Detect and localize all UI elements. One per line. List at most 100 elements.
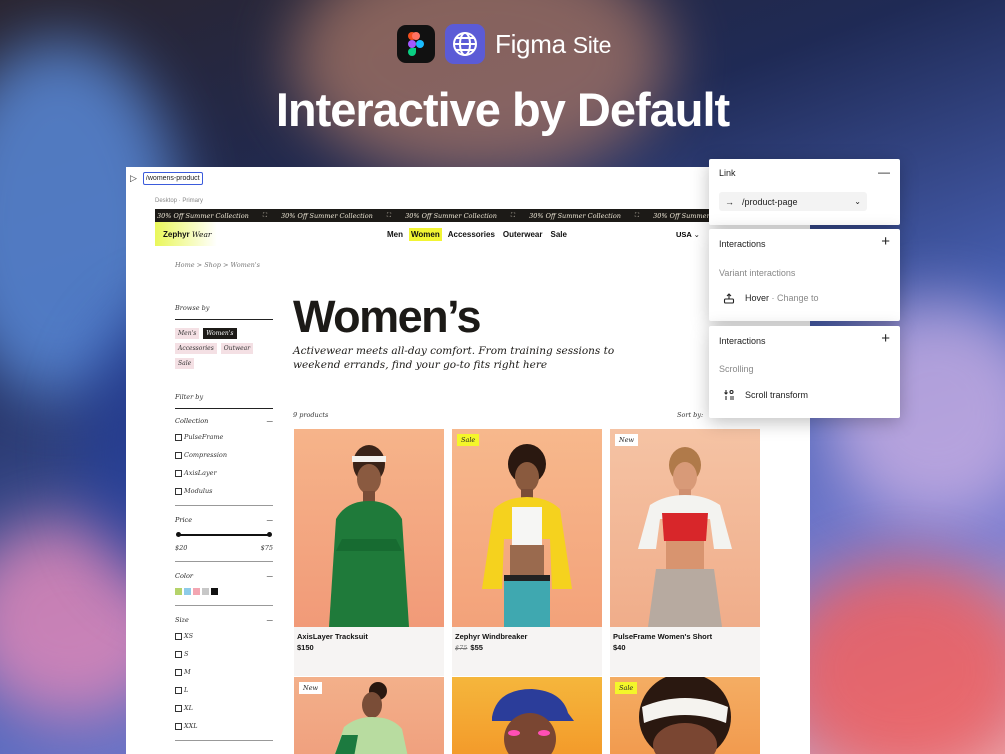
chip-accessories[interactable]: Accessories: [175, 343, 217, 354]
brand-header: Figma Site: [397, 24, 611, 64]
size-option[interactable]: XXL: [175, 722, 273, 730]
product-image: [452, 677, 602, 754]
collapse-icon: —: [266, 572, 274, 580]
brand-title: Figma Site: [495, 28, 612, 59]
nav-item-men[interactable]: Men: [385, 228, 405, 241]
product-name: AxisLayer Tracksuit: [297, 632, 368, 641]
color-swatch[interactable]: [184, 588, 191, 595]
url-input[interactable]: [142, 172, 203, 185]
sort-select[interactable]: Sort by:: [677, 411, 703, 419]
nav-item-women[interactable]: Women: [409, 228, 442, 241]
product-price: $75 $55: [455, 643, 483, 652]
browse-chips: Men's Women's Accessories Outwear Sale: [175, 328, 273, 369]
color-swatch[interactable]: [211, 588, 218, 595]
remove-link-icon[interactable]: —: [878, 165, 890, 179]
collection-option[interactable]: AxisLayer: [175, 469, 273, 477]
breadcrumb-home[interactable]: Home: [175, 261, 195, 269]
collapse-icon: —: [266, 417, 274, 425]
breadcrumb-women: Women's: [230, 261, 260, 269]
product-card[interactable]: Sale: [610, 677, 760, 754]
page-title: Women’s: [293, 291, 482, 342]
nav-item-outerwear[interactable]: Outerwear: [501, 228, 545, 241]
site-logo[interactable]: Zephyr Wear: [155, 222, 217, 246]
color-swatches: [175, 588, 273, 595]
collection-section[interactable]: Collection —: [175, 417, 273, 425]
new-badge: New: [299, 682, 323, 694]
arrow-right-icon: →: [725, 196, 734, 207]
product-price: $150: [297, 643, 314, 652]
chip-outwear[interactable]: Outwear: [220, 343, 254, 354]
product-image: New: [610, 429, 760, 627]
scroll-transform-icon: [723, 389, 735, 401]
collection-option[interactable]: Compression: [175, 451, 273, 459]
size-option[interactable]: M: [175, 668, 273, 676]
product-card[interactable]: New: [294, 677, 444, 754]
link-panel-title: Link: [719, 168, 736, 178]
nav-links: Men Women Accessories Outerwear Sale: [385, 228, 569, 241]
scroll-transform-row[interactable]: Scroll transform: [723, 389, 808, 401]
color-swatch[interactable]: [175, 588, 182, 595]
headline: Interactive by Default: [275, 83, 730, 136]
price-slider[interactable]: [176, 532, 272, 538]
page-subtitle: Activewear meets all-day comfort. From t…: [293, 345, 615, 371]
color-swatch[interactable]: [193, 588, 200, 595]
hover-interaction-row[interactable]: Hover · Change to: [723, 292, 819, 304]
color-section[interactable]: Color —: [175, 572, 273, 580]
url-bar: ▷: [130, 172, 203, 185]
chip-womens[interactable]: Women's: [203, 328, 237, 339]
collection-option[interactable]: PulseFrame: [175, 433, 273, 441]
locale-select[interactable]: USA ⌄: [676, 230, 700, 239]
design-canvas[interactable]: ▷ Desktop · Primary 30% Off Summer Colle…: [126, 167, 810, 754]
product-old-price: $75: [455, 644, 468, 652]
filter-sidebar: Browse by Men's Women's Accessories Outw…: [175, 304, 273, 751]
breadcrumb: Home > Shop > Women's: [175, 261, 260, 269]
size-option[interactable]: S: [175, 650, 273, 658]
hover-trigger-icon: [723, 292, 735, 304]
product-image: [294, 429, 444, 627]
chip-mens[interactable]: Men's: [175, 328, 200, 339]
product-image: Sale: [452, 429, 602, 627]
product-price: $40: [613, 643, 626, 652]
interactions-title: Interactions: [719, 239, 766, 249]
product-info: Zephyr Windbreaker $75 $55: [452, 627, 602, 676]
sale-badge: Sale: [615, 682, 638, 694]
filter-heading: Filter by: [175, 393, 273, 409]
product-grid: AxisLayer Tracksuit $150 Sale Zephyr Win…: [294, 429, 760, 754]
collection-option[interactable]: Modulus: [175, 487, 273, 495]
play-icon[interactable]: ▷: [130, 173, 137, 184]
price-values: $20 $75: [175, 544, 273, 552]
product-card[interactable]: AxisLayer Tracksuit $150: [294, 429, 444, 676]
add-interaction-icon[interactable]: +: [881, 233, 890, 250]
interactions-title: Interactions: [719, 336, 766, 346]
size-option[interactable]: XL: [175, 704, 273, 712]
new-badge: New: [615, 434, 639, 446]
chevron-down-icon: ⌄: [693, 230, 700, 239]
nav-item-accessories[interactable]: Accessories: [446, 228, 497, 241]
product-card[interactable]: [452, 677, 602, 754]
size-section[interactable]: Size —: [175, 616, 273, 624]
nav-item-sale[interactable]: Sale: [548, 228, 568, 241]
product-image: Sale: [610, 677, 760, 754]
bag-icon: ⛶: [510, 211, 516, 219]
link-select[interactable]: → /product-page ⌄: [719, 192, 867, 211]
product-name: Zephyr Windbreaker: [455, 632, 528, 641]
slider-handle-min[interactable]: [176, 532, 181, 537]
product-card[interactable]: New PulseFrame Women's Short $40: [610, 429, 760, 676]
scrolling-label: Scrolling: [719, 364, 754, 374]
interactions-panel-scroll: Interactions + Scrolling Scroll transfor…: [709, 326, 900, 418]
add-interaction-icon[interactable]: +: [881, 330, 890, 347]
sale-badge: Sale: [457, 434, 480, 446]
size-option[interactable]: XS: [175, 632, 273, 640]
product-image: New: [294, 677, 444, 754]
collapse-icon: —: [266, 516, 274, 524]
frame-label: Desktop · Primary: [155, 198, 204, 204]
size-option[interactable]: L: [175, 686, 273, 694]
color-swatch[interactable]: [202, 588, 209, 595]
price-section[interactable]: Price —: [175, 516, 273, 524]
browse-heading: Browse by: [175, 304, 273, 320]
product-info: PulseFrame Women's Short $40: [610, 627, 760, 676]
chip-sale[interactable]: Sale: [175, 358, 195, 369]
slider-handle-max[interactable]: [267, 532, 272, 537]
product-card[interactable]: Sale Zephyr Windbreaker $75 $55: [452, 429, 602, 676]
breadcrumb-shop[interactable]: Shop: [204, 261, 221, 269]
